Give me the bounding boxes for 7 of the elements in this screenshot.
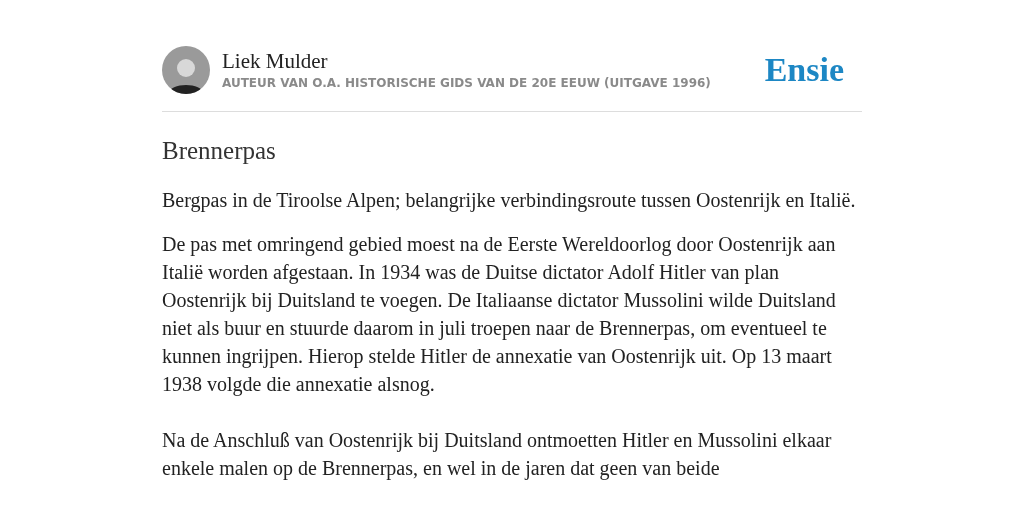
logo[interactable]: Ensie <box>764 44 844 95</box>
article-paragraph: Na de Anschluß van Oostenrijk bij Duitsland ontmoetten Hitler en Mussolini elkaar enkele malen op de Brennerpas, en wel in de jaren dat geen van beide <box>162 428 833 482</box>
article-paragraph: De pas met omringend gebied moest na de Eerste Wereldoorlog door Oostenrijk aan Italië worden afgestaan. In 1934 was de Duitse dictator Adolf Hitler van plan Oostenrijk bij Duitsland te voegen. De Italiaanse dictator Mussolini wilde Duitsland niet als buur en stuurde daarom in juli troepen naar de Brennerpas, om eventueel te kunnen ingrijpen. Hierop stelde Hitler de annexatie van Oostenrijk uit. Op 13 maart 1938 volgde die annexatie alsnog. <box>162 232 837 398</box>
article-paragraph: Bergpas in de Tiroolse Alpen; belangrijke verbindingsroute tussen Oostenrijk en Italië. <box>162 188 857 214</box>
article-title: Brennerpas <box>162 136 277 166</box>
author-description: AUTEUR VAN O.A. HISTORISCHE GIDS VAN DE 20E EEUW (UITGAVE 1996) <box>222 74 711 92</box>
author-name: Liek Mulder <box>222 47 329 74</box>
